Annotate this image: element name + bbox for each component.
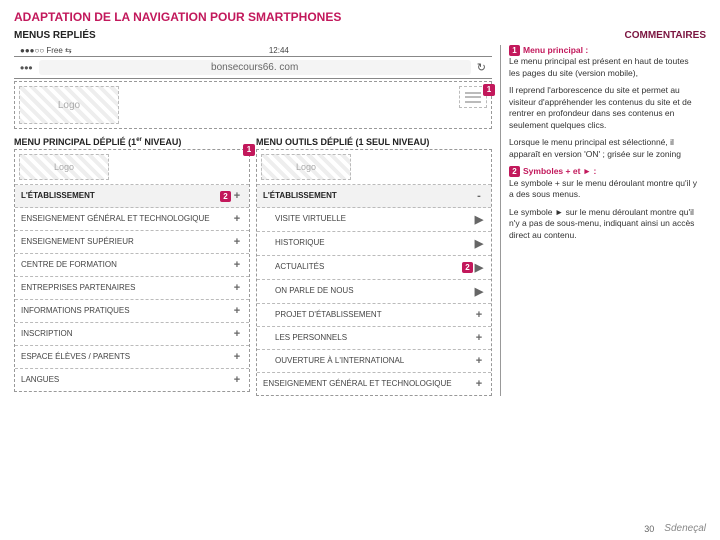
- chevron-right-icon: ▶: [473, 237, 485, 250]
- menu-item[interactable]: ENTREPRISES PARTENAIRES+: [15, 277, 249, 300]
- chevron-right-icon: ▶: [473, 261, 485, 274]
- plus-icon: +: [231, 282, 243, 294]
- menu-item[interactable]: VISITE VIRTUELLE▶: [257, 208, 491, 232]
- menu-item[interactable]: ENSEIGNEMENT GÉNÉRAL ET TECHNOLOGIQUE+: [257, 373, 491, 395]
- menu-item[interactable]: HISTORIQUE▶: [257, 232, 491, 256]
- menu-item-label: CENTRE DE FORMATION: [21, 261, 231, 270]
- menu-item-label: ENSEIGNEMENT GÉNÉRAL ET TECHNOLOGIQUE: [263, 380, 473, 389]
- menu-item[interactable]: ENSEIGNEMENT SUPÉRIEUR+: [15, 231, 249, 254]
- menu-item-label: L'ÉTABLISSEMENT: [263, 192, 473, 201]
- menu-item-label: ENSEIGNEMENT SUPÉRIEUR: [21, 238, 231, 247]
- menu-item[interactable]: ENSEIGNEMENT GÉNÉRAL ET TECHNOLOGIQUE+: [15, 208, 249, 231]
- page-footer: 30 Sdeneçal: [644, 523, 706, 534]
- comments-panel: 1Menu principal :Le menu principal est p…: [500, 45, 700, 396]
- menu-item[interactable]: INSCRIPTION+: [15, 323, 249, 346]
- menu-item-label: ON PARLE DE NOUS: [263, 287, 473, 296]
- plus-icon: +: [231, 351, 243, 363]
- menu-item[interactable]: CENTRE DE FORMATION+: [15, 254, 249, 277]
- tools-menu-expanded: Logo L'ÉTABLISSEMENT-VISITE VIRTUELLE▶HI…: [256, 149, 492, 396]
- comments-heading: COMMENTAIRES: [625, 30, 706, 41]
- menu-item-label: LES PERSONNELS: [263, 334, 473, 343]
- menu-item-label: VISITE VIRTUELLE: [263, 215, 473, 224]
- browser-bar: ••• bonsecours66. com ↻: [14, 56, 492, 79]
- logo-placeholder: Logo: [19, 86, 119, 124]
- menu-item-label: LANGUES: [21, 376, 231, 385]
- logo-placeholder: Logo: [19, 154, 109, 180]
- menu-item[interactable]: LES PERSONNELS+: [257, 327, 491, 350]
- reload-icon[interactable]: ↻: [477, 61, 486, 74]
- callout-marker: 2: [462, 262, 473, 273]
- chevron-right-icon: ▶: [473, 213, 485, 226]
- plus-icon: +: [231, 213, 243, 225]
- plus-icon: +: [231, 190, 243, 202]
- menu-item-label: ESPACE ÉLÈVES / PARENTS: [21, 353, 231, 362]
- status-carrier: ●●●○○ Free ⇆: [20, 46, 72, 55]
- menu-item-label: ENTREPRISES PARTENAIRES: [21, 284, 231, 293]
- callout-number-2: 2: [509, 166, 520, 177]
- menu-item[interactable]: LANGUES+: [15, 369, 249, 391]
- menu-item-label: PROJET D'ÉTABLISSEMENT: [263, 311, 473, 320]
- plus-icon: +: [473, 332, 485, 344]
- callout-marker-1b: 1: [243, 144, 255, 156]
- menu-item-label: L'ÉTABLISSEMENT: [21, 192, 216, 201]
- left-menu-heading: MENU PRINCIPAL DÉPLIÉ (1er NIVEAU): [14, 137, 250, 147]
- brand-logo: Sdeneçal: [664, 523, 706, 534]
- menu-item-label: ENSEIGNEMENT GÉNÉRAL ET TECHNOLOGIQUE: [21, 215, 231, 224]
- plus-icon: +: [231, 259, 243, 271]
- menu-item-label: INSCRIPTION: [21, 330, 231, 339]
- menu-item-label: INFORMATIONS PRATIQUES: [21, 307, 231, 316]
- menu-item-label: ACTUALITÉS: [263, 263, 458, 272]
- plus-icon: +: [473, 309, 485, 321]
- plus-icon: +: [473, 378, 485, 390]
- more-icon[interactable]: •••: [20, 61, 33, 75]
- page-number: 30: [644, 524, 654, 534]
- callout-number-1: 1: [509, 45, 520, 56]
- menu-item[interactable]: ESPACE ÉLÈVES / PARENTS+: [15, 346, 249, 369]
- subtitle: MENUS REPLIÉS: [14, 30, 96, 41]
- main-menu-expanded: 1 Logo L'ÉTABLISSEMENT2+ENSEIGNEMENT GÉN…: [14, 149, 250, 392]
- plus-icon: +: [473, 355, 485, 367]
- status-time: 12:44: [269, 46, 289, 55]
- menu-item[interactable]: OUVERTURE À L'INTERNATIONAL+: [257, 350, 491, 373]
- plus-icon: +: [231, 236, 243, 248]
- menu-item[interactable]: PROJET D'ÉTABLISSEMENT+: [257, 304, 491, 327]
- menu-item[interactable]: ON PARLE DE NOUS▶: [257, 280, 491, 304]
- right-menu-heading: MENU OUTILS DÉPLIÉ (1 SEUL NIVEAU): [256, 137, 492, 147]
- callout-marker-1: 1: [483, 84, 495, 96]
- page-title: ADAPTATION DE LA NAVIGATION POUR SMARTPH…: [14, 10, 706, 24]
- minus-icon: -: [473, 190, 485, 202]
- collapsed-menu-wireframe: Logo 1: [14, 81, 492, 129]
- logo-placeholder: Logo: [261, 154, 351, 180]
- callout-marker: 2: [220, 191, 231, 202]
- phone-statusbar: ●●●○○ Free ⇆ 12:44: [14, 45, 492, 56]
- menu-item[interactable]: L'ÉTABLISSEMENT-: [257, 185, 491, 208]
- plus-icon: +: [231, 374, 243, 386]
- plus-icon: +: [231, 305, 243, 317]
- plus-icon: +: [231, 328, 243, 340]
- menu-item[interactable]: L'ÉTABLISSEMENT 2+: [15, 185, 249, 208]
- menu-item-label: OUVERTURE À L'INTERNATIONAL: [263, 357, 473, 366]
- chevron-right-icon: ▶: [473, 285, 485, 298]
- menu-item-label: HISTORIQUE: [263, 239, 473, 248]
- menu-item[interactable]: ACTUALITÉS 2▶: [257, 256, 491, 280]
- address-bar[interactable]: bonsecours66. com: [39, 60, 471, 75]
- menu-item[interactable]: INFORMATIONS PRATIQUES+: [15, 300, 249, 323]
